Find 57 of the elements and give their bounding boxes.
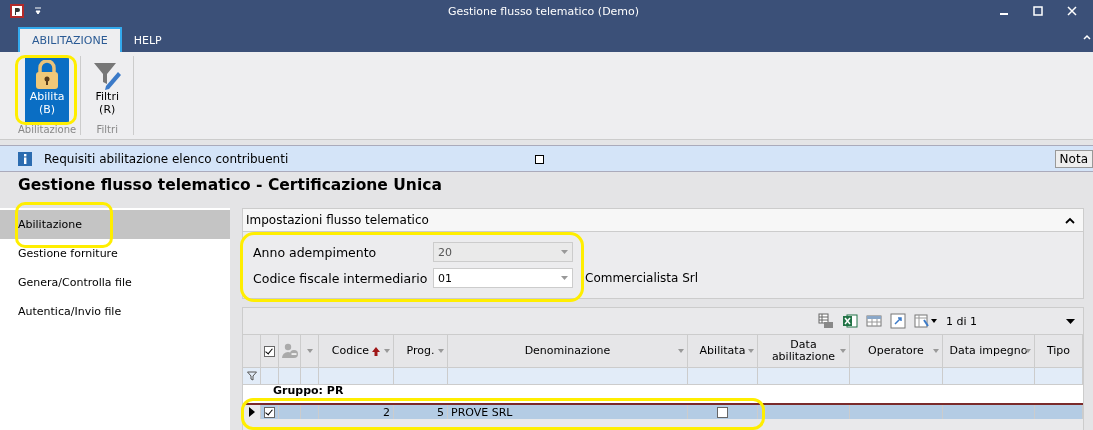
ribbon-group-label: Abilitazione: [18, 124, 77, 135]
app-logo-icon[interactable]: [10, 4, 24, 18]
ribbon-button[interactable]: Filtri (R): [85, 56, 130, 124]
column-header[interactable]: Operatore: [850, 335, 943, 367]
select-all-checkbox[interactable]: [264, 345, 275, 357]
ribbon-tab[interactable]: HELP: [121, 29, 174, 52]
padlock-icon: [34, 60, 61, 90]
section-title: Impostazioni flusso telematico: [246, 213, 429, 227]
field-description: Commercialista Srl: [585, 271, 699, 285]
combo-field[interactable]: 01: [433, 268, 573, 288]
sidebar-item[interactable]: Gestione forniture: [0, 239, 230, 268]
sidebar-item[interactable]: Genera/Controlla file: [0, 268, 230, 297]
dropdown-arrow-icon[interactable]: [1066, 318, 1075, 324]
maximize-icon[interactable]: [1033, 6, 1043, 16]
print-icon[interactable]: [818, 313, 834, 329]
column-header[interactable]: Denominazione: [448, 335, 688, 367]
table-cell: PROVE SRL: [448, 405, 688, 419]
info-text: Requisiti abilitazione elenco contribuenti: [44, 151, 289, 166]
window-title: Gestione flusso telematico (Demo): [446, 4, 641, 18]
column-header[interactable]: Tipo: [1035, 335, 1083, 367]
current-row-icon: [248, 407, 255, 417]
close-icon[interactable]: [1067, 6, 1077, 16]
table-cell: 2: [319, 405, 394, 419]
collapse-ribbon-icon[interactable]: [1083, 34, 1091, 40]
restore-icon[interactable]: [535, 155, 544, 164]
dropdown-arrow-icon[interactable]: [1025, 349, 1031, 353]
highlight-outline: [15, 55, 77, 125]
excel-icon[interactable]: [842, 313, 858, 329]
column-header[interactable]: Data abilitazione: [758, 335, 850, 367]
expand-arrows-icon[interactable]: [890, 313, 906, 329]
column-header[interactable]: Abilitata: [688, 335, 758, 367]
sort-ascending-icon: [372, 346, 381, 356]
group-row[interactable]: Gruppo: PR: [243, 385, 1083, 403]
ribbon-button[interactable]: Abilita (B): [25, 56, 70, 124]
filter-icon[interactable]: [246, 371, 257, 381]
column-header[interactable]: Codice: [319, 335, 394, 367]
sidebar-item[interactable]: Autentica/Invio file: [0, 297, 230, 326]
enabled-checkbox[interactable]: [717, 406, 728, 418]
table-cell: 5: [394, 405, 448, 419]
column-header[interactable]: Data impegno: [943, 335, 1035, 367]
field-label: Anno adempimento: [253, 244, 378, 260]
section-header[interactable]: Impostazioni flusso telematico: [242, 208, 1084, 232]
ribbon-group-label: Filtri: [96, 124, 118, 135]
pager-text: 1 di 1: [946, 314, 979, 328]
field-label: Codice fiscale intermediario: [253, 270, 429, 286]
note-button[interactable]: Nota: [1054, 150, 1093, 168]
filter-pencil-icon: [92, 60, 123, 90]
table-row[interactable]: 2 5 PROVE SRL: [243, 403, 1083, 419]
ribbon-tab[interactable]: ABILITAZIONE: [18, 27, 122, 52]
column-settings-icon[interactable]: [914, 313, 938, 329]
collapse-icon[interactable]: [1065, 216, 1075, 224]
row-checkbox[interactable]: [264, 406, 275, 418]
quick-access-icon[interactable]: [34, 7, 42, 15]
page-heading: Gestione flusso telematico - Certificazione Unica: [17, 175, 443, 196]
sidebar-item[interactable]: Abilitazione: [0, 210, 230, 239]
info-icon: [18, 151, 32, 166]
column-header[interactable]: Prog.: [394, 335, 448, 367]
